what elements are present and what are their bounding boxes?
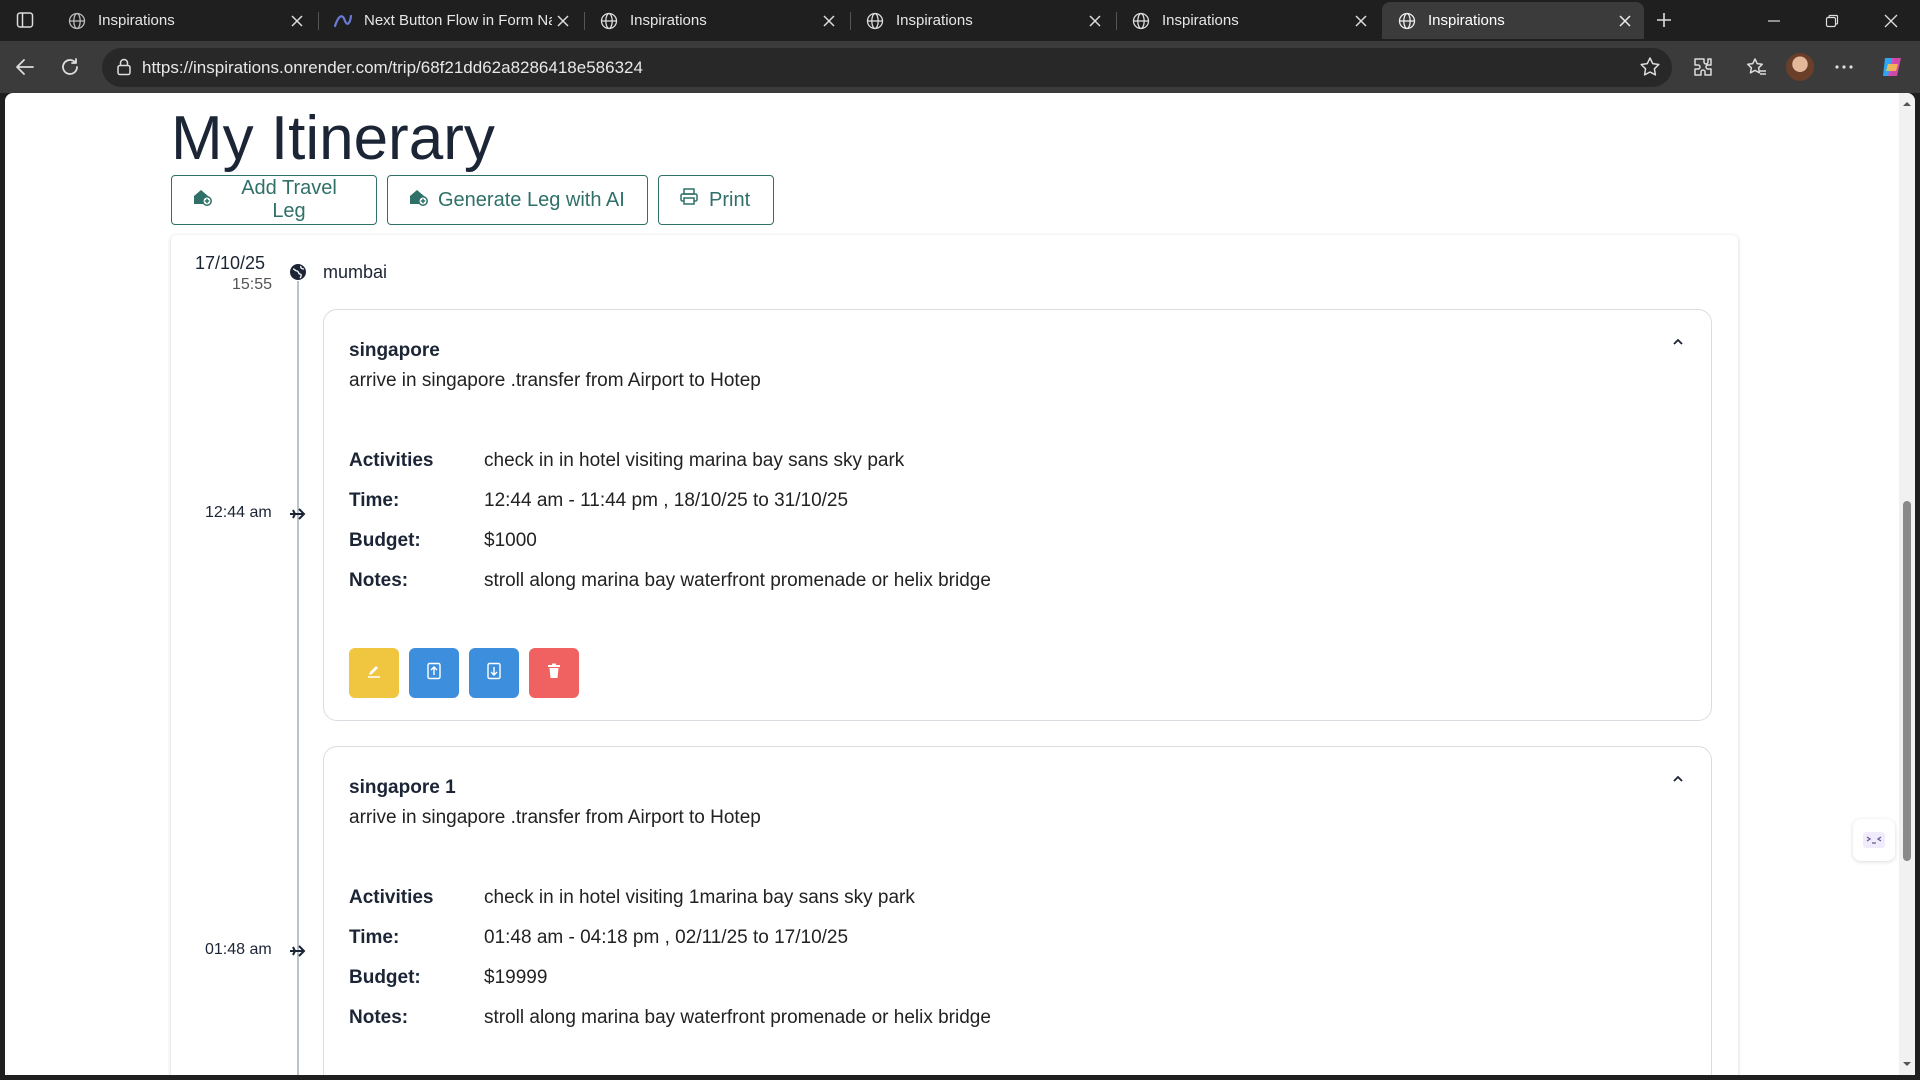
browser-tab-strip: Inspirations Next Button Flow in Form Na… xyxy=(0,0,1920,41)
pencil-icon xyxy=(366,663,382,684)
house-plus-icon xyxy=(408,187,428,213)
budget-value: $19999 xyxy=(484,967,548,988)
url-text: https://inspirations.onrender.com/trip/6… xyxy=(142,58,643,77)
tab-title: Inspirations xyxy=(1428,12,1505,29)
favorite-star-icon[interactable] xyxy=(1638,55,1662,84)
origin-location: mumbai xyxy=(323,262,388,282)
profile-avatar[interactable] xyxy=(1784,51,1816,83)
tab-title: Inspirations xyxy=(896,12,973,29)
refresh-icon[interactable] xyxy=(54,51,86,83)
time-label: Time: xyxy=(349,490,400,511)
arrow-down-file-icon xyxy=(486,662,502,685)
site-info-icon[interactable] xyxy=(116,58,132,81)
activities-value: check in in hotel visiting marina bay sa… xyxy=(484,450,905,471)
close-icon[interactable] xyxy=(552,10,574,32)
tab-6-active[interactable]: Inspirations xyxy=(1382,2,1644,39)
globe-icon xyxy=(289,263,307,286)
minimize-icon[interactable] xyxy=(1745,0,1803,41)
leg-description: arrive in singapore .transfer from Airpo… xyxy=(349,370,761,391)
new-tab-button[interactable] xyxy=(1648,6,1680,34)
tab-1[interactable]: Inspirations xyxy=(52,2,316,39)
leg-card-1: singapore arrive in singapore .transfer … xyxy=(323,309,1712,721)
generate-leg-ai-button[interactable]: Generate Leg with AI xyxy=(387,175,648,225)
notes-label: Notes: xyxy=(349,1007,409,1028)
page-scrollbar[interactable] xyxy=(1899,93,1915,1075)
leg-description: arrive in singapore .transfer from Airpo… xyxy=(349,807,761,828)
delete-leg-button[interactable] xyxy=(529,648,579,698)
budget-label: Budget: xyxy=(349,967,421,988)
move-down-button[interactable] xyxy=(469,648,519,698)
house-plus-icon xyxy=(192,187,212,213)
chevron-up-icon[interactable] xyxy=(1671,334,1685,352)
close-icon[interactable] xyxy=(286,10,308,32)
budget-value: $1000 xyxy=(484,530,537,551)
page-viewport: My Itinerary Add Travel Leg Generate Leg… xyxy=(5,93,1915,1075)
sidebar-toggle-icon[interactable] xyxy=(8,6,42,34)
trash-icon xyxy=(547,663,561,684)
restore-icon[interactable] xyxy=(1803,0,1861,41)
print-label: Print xyxy=(709,188,751,211)
leg-name: singapore xyxy=(349,340,440,361)
tab-title: Next Button Flow in Form Na xyxy=(364,12,552,29)
tab-3[interactable]: Inspirations xyxy=(584,2,848,39)
globe-icon xyxy=(1130,10,1152,32)
tab-5[interactable]: Inspirations xyxy=(1116,2,1380,39)
time-value: 01:48 am - 04:18 pm , 02/11/25 to 17/10/… xyxy=(484,927,849,948)
activities-label: Activities xyxy=(349,450,434,471)
printer-icon xyxy=(679,187,699,213)
window-close-icon[interactable] xyxy=(1862,0,1920,41)
globe-icon xyxy=(1396,10,1418,32)
budget-label: Budget: xyxy=(349,530,421,551)
copilot-icon[interactable] xyxy=(1876,51,1908,83)
generate-leg-ai-label: Generate Leg with AI xyxy=(438,188,625,211)
globe-icon xyxy=(864,10,886,32)
start-time: 15:55 xyxy=(232,276,273,293)
leg-time-1: 12:44 am xyxy=(205,504,272,521)
tab-title: Inspirations xyxy=(98,12,175,29)
tab-title: Inspirations xyxy=(1162,12,1239,29)
tab-2[interactable]: Next Button Flow in Form Na xyxy=(318,2,582,39)
back-arrow-icon[interactable] xyxy=(9,51,41,83)
tab-4[interactable]: Inspirations xyxy=(850,2,1114,39)
leg-card-2: singapore 1 arrive in singapore .transfe… xyxy=(323,746,1712,1075)
close-icon[interactable] xyxy=(1084,10,1106,32)
globe-icon xyxy=(66,10,88,32)
plane-icon xyxy=(288,943,306,964)
scrollbar-thumb[interactable] xyxy=(1903,501,1911,861)
add-travel-leg-button[interactable]: Add Travel Leg xyxy=(171,175,377,225)
address-bar[interactable]: https://inspirations.onrender.com/trip/6… xyxy=(102,48,1672,87)
plane-icon xyxy=(288,506,306,527)
time-value: 12:44 am - 11:44 pm , 18/10/25 to 31/10/… xyxy=(484,490,849,511)
start-date: 17/10/25 xyxy=(195,253,266,273)
favorites-icon[interactable] xyxy=(1740,51,1772,83)
extensions-icon[interactable] xyxy=(1687,51,1719,83)
globe-icon xyxy=(598,10,620,32)
close-icon[interactable] xyxy=(818,10,840,32)
close-icon[interactable] xyxy=(1350,10,1372,32)
leg-name: singapore 1 xyxy=(349,777,456,798)
print-button[interactable]: Print xyxy=(658,175,774,225)
notes-value: stroll along marina bay waterfront prome… xyxy=(484,570,991,591)
page-title: My Itinerary xyxy=(171,104,495,173)
claude-icon xyxy=(332,10,354,32)
leg-time-2: 01:48 am xyxy=(205,941,272,958)
assistant-widget-icon[interactable] xyxy=(1853,819,1895,861)
time-label: Time: xyxy=(349,927,400,948)
activities-label: Activities xyxy=(349,887,434,908)
chevron-up-icon[interactable] xyxy=(1671,771,1685,789)
more-menu-icon[interactable] xyxy=(1828,51,1860,83)
close-icon[interactable] xyxy=(1614,10,1636,32)
notes-value: stroll along marina bay waterfront prome… xyxy=(484,1007,991,1028)
arrow-up-file-icon xyxy=(426,662,442,685)
tab-title: Inspirations xyxy=(630,12,707,29)
move-up-button[interactable] xyxy=(409,648,459,698)
browser-toolbar: https://inspirations.onrender.com/trip/6… xyxy=(0,41,1920,93)
add-travel-leg-label: Add Travel Leg xyxy=(241,177,337,222)
activities-value: check in in hotel visiting 1marina bay s… xyxy=(484,887,915,908)
notes-label: Notes: xyxy=(349,570,409,591)
edit-leg-button[interactable] xyxy=(349,648,399,698)
